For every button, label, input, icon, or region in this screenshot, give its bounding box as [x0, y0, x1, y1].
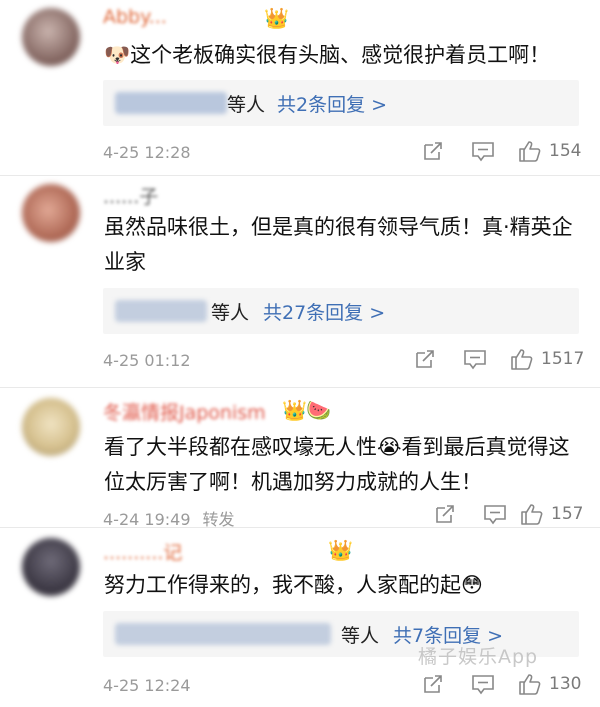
reply-count-link[interactable]: 共2条回复 > [277, 90, 387, 117]
like-count: 1517 [541, 349, 585, 369]
comment-text: 虽然品味很土，但是真的很有领导气质！真·精英企业家 [104, 215, 573, 274]
reply-suffix: 等人 [227, 94, 266, 116]
avatar[interactable] [22, 398, 80, 456]
comment-item: ......子 虽然品味很土，但是真的很有领导气质！真·精英企业家 等人 共27… [0, 176, 600, 387]
comment-icon[interactable] [463, 348, 487, 374]
share-icon[interactable] [434, 503, 456, 529]
like-thumb-icon[interactable] [510, 347, 534, 373]
like-thumb-icon[interactable] [520, 502, 544, 528]
reply-suffix: 等人 [211, 302, 250, 324]
replier-names [115, 300, 207, 322]
watermark: 橘子娱乐App [418, 646, 539, 668]
reply-preview[interactable]: 等人 共27条回复 > [103, 288, 579, 334]
avatar[interactable] [22, 8, 80, 66]
comment-icon[interactable] [483, 503, 507, 529]
username[interactable]: Abby... [103, 6, 167, 30]
avatar[interactable] [22, 538, 80, 596]
replier-names [115, 92, 227, 114]
vip-crown-icon: 👑 [264, 6, 289, 30]
share-icon[interactable] [422, 673, 444, 699]
like-count: 154 [549, 141, 582, 161]
like-count: 130 [549, 674, 582, 694]
username[interactable]: ..........记 [103, 538, 182, 564]
comment-item: 冬瀛情报Japonism 👑 🍉 看了大半段都在感叹壕无人性😭看到最后真觉得这位… [0, 388, 600, 529]
timestamp: 4-25 01:12 [103, 351, 191, 370]
vip-crown-icon: 👑 [282, 398, 307, 422]
username[interactable]: 冬瀛情报Japonism [103, 398, 266, 424]
timestamp: 4-25 12:24 [103, 676, 191, 695]
replier-names [115, 623, 331, 645]
avatar[interactable] [22, 184, 80, 242]
share-icon[interactable] [414, 348, 436, 374]
reply-count-link[interactable]: 共27条回复 > [263, 298, 385, 325]
comment-icon[interactable] [471, 673, 495, 699]
comment-text: 努力工作得来的，我不酸，人家配的起😳 [104, 573, 483, 597]
doge-emoji-icon: 🐶 [104, 43, 131, 67]
comment-text: 看了大半段都在感叹壕无人性😭看到最后真觉得这位太厉害了啊！机遇加努力成就的人生！ [104, 435, 570, 494]
like-thumb-icon[interactable] [518, 672, 542, 698]
like-thumb-icon[interactable] [518, 139, 542, 165]
comment-text: 🐶这个老板确实很有头脑、感觉很护着员工啊！ [104, 43, 551, 67]
comment-icon[interactable] [471, 140, 495, 166]
like-count: 157 [551, 504, 584, 524]
reply-preview[interactable]: 等人 共2条回复 > [103, 80, 579, 126]
comment-item: ..........记 👑 努力工作得来的，我不酸，人家配的起😳 等人 共7条回… [0, 528, 600, 707]
share-icon[interactable] [422, 140, 444, 166]
timestamp: 4-25 12:28 [103, 143, 191, 162]
vip-crown-icon: 👑 [328, 538, 353, 562]
reply-suffix: 等人 [341, 625, 380, 647]
watermelon-icon: 🍉 [306, 398, 331, 422]
comment-item: Abby... 👑 🐶这个老板确实很有头脑、感觉很护着员工啊！ 等人 共2条回复… [0, 0, 600, 175]
username[interactable]: ......子 [103, 182, 158, 208]
